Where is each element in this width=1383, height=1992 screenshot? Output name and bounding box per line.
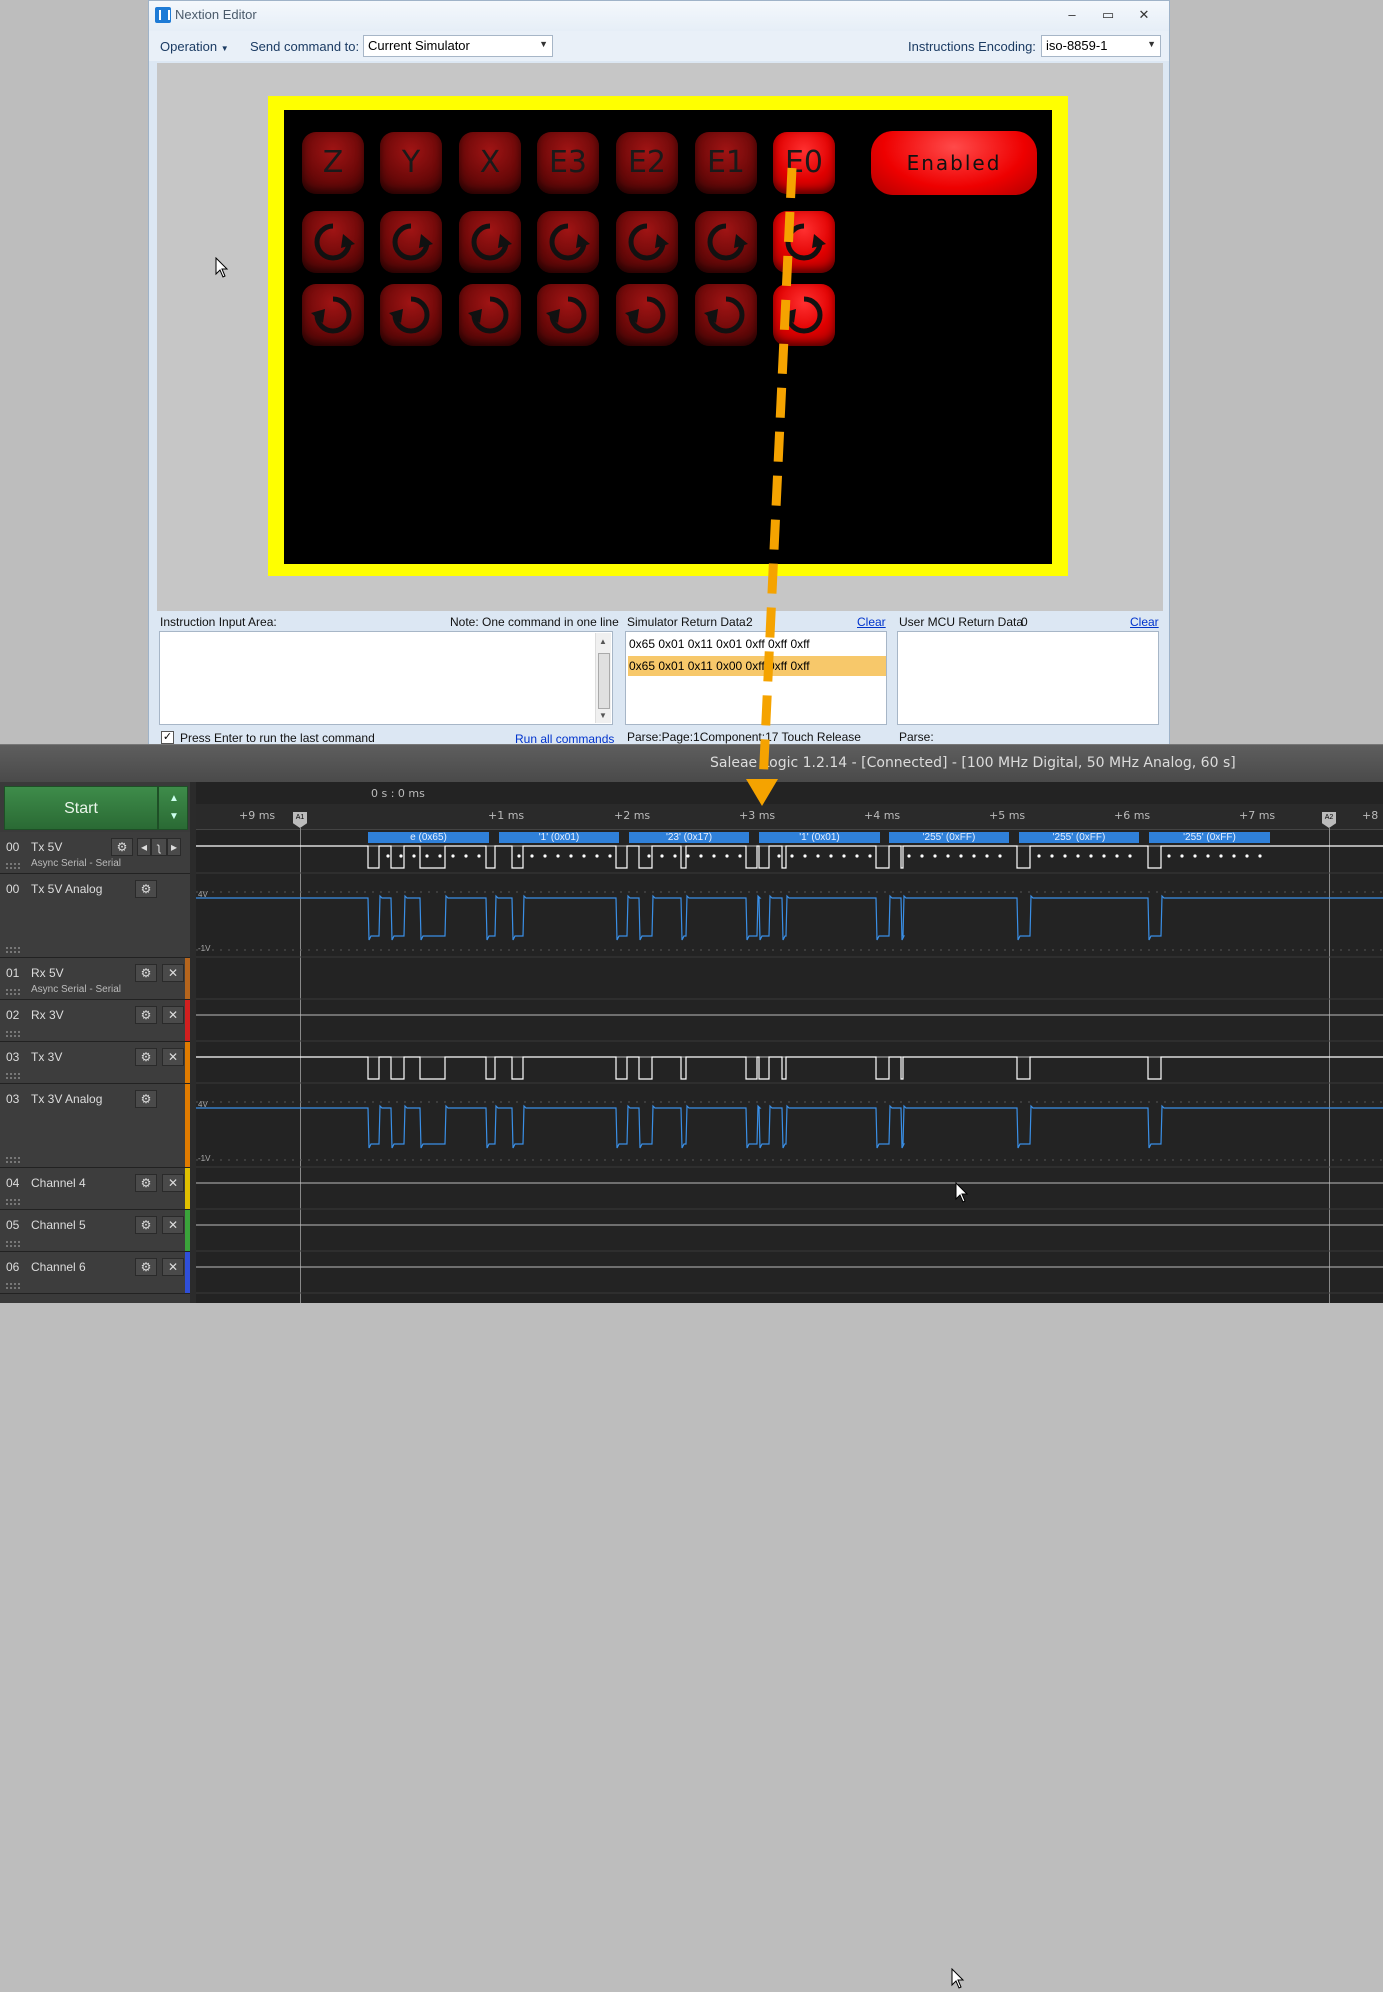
- annotation-arrow: [746, 167, 797, 806]
- mouse-cursor-icon: [951, 1968, 965, 1989]
